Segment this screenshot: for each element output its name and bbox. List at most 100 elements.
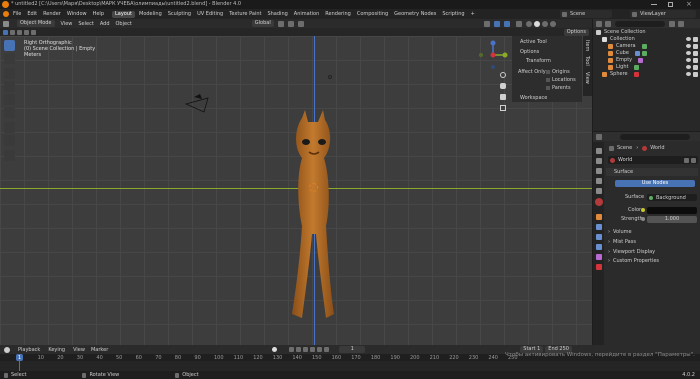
transform-tool-icon[interactable] [4, 107, 15, 118]
tool-tab-icon[interactable] [596, 148, 602, 154]
empty-render-icon[interactable] [693, 57, 698, 63]
record-icon[interactable] [272, 347, 278, 352]
cube-visibility-icon[interactable] [686, 51, 691, 55]
tab-geometry-nodes[interactable]: Geometry Nodes [394, 11, 436, 17]
outliner-row-camera[interactable]: Camera [608, 43, 698, 49]
filter-icon[interactable] [669, 20, 675, 27]
visibility-icon[interactable] [483, 20, 490, 27]
data-tab-icon[interactable] [596, 264, 602, 270]
tab-sculpting[interactable]: Sculpting [168, 11, 191, 17]
tab-modeling[interactable]: Modeling [139, 11, 162, 17]
jump-end-icon[interactable] [324, 347, 330, 352]
empty-visibility-icon[interactable] [686, 58, 691, 62]
panel-custom-properties[interactable]: › Custom Properties [606, 257, 698, 265]
timeline-menu-playback[interactable]: Playback [18, 347, 40, 353]
menu-window[interactable]: Window [67, 11, 87, 17]
current-frame-field[interactable]: 1 [339, 346, 366, 353]
menu-file[interactable]: File [13, 11, 21, 17]
camera-render-icon[interactable] [693, 43, 698, 49]
editor-type-icon[interactable] [3, 20, 9, 27]
viewport-menu-object[interactable]: Object [116, 21, 132, 27]
timeline-menu-view[interactable]: View [73, 347, 85, 353]
sphere-render-icon[interactable] [693, 71, 698, 77]
origins-checkbox[interactable]: Origins [546, 69, 570, 75]
viewport-menu-add[interactable]: Add [100, 21, 110, 27]
select-box-mode-icon[interactable] [3, 29, 8, 35]
particles-tab-icon[interactable] [596, 234, 602, 240]
3d-cursor[interactable] [309, 183, 318, 192]
minimize-button[interactable] [651, 4, 657, 5]
menu-edit[interactable]: Edit [27, 11, 37, 17]
tab-animation[interactable]: Animation [294, 11, 320, 17]
world-datablock[interactable]: World [608, 156, 698, 164]
workspace-panel[interactable]: Workspace [512, 94, 582, 102]
display-mode-icon[interactable] [605, 20, 611, 27]
rotate-tool-icon[interactable] [4, 81, 15, 92]
options-dropdown[interactable]: Options [563, 28, 589, 36]
world-unlink-icon[interactable] [691, 157, 696, 163]
surface-panel-header[interactable]: Surface [606, 168, 698, 176]
camera-view-icon[interactable] [500, 94, 506, 100]
viewport-3d[interactable]: Right Orthographic (0) Scene Collection … [0, 36, 592, 345]
tab-view[interactable]: View [584, 72, 590, 84]
horse-model[interactable] [278, 108, 350, 322]
tab-tool[interactable]: Tool [584, 56, 590, 66]
scene-tab-icon[interactable] [596, 188, 602, 194]
blender-menu-icon[interactable] [3, 11, 9, 17]
maximize-button[interactable] [668, 2, 673, 7]
tab-scripting[interactable]: Scripting [442, 11, 464, 17]
world-tab-icon[interactable] [595, 198, 603, 206]
viewport-menu-select[interactable]: Select [78, 21, 93, 27]
tab-item[interactable]: Item [584, 40, 590, 51]
new-collection-icon[interactable] [678, 20, 684, 27]
physics-tab-icon[interactable] [596, 244, 602, 250]
color-swatch[interactable] [647, 207, 697, 214]
outliner-row-light[interactable]: Light [608, 64, 698, 70]
active-tool-header[interactable]: Active Tool [520, 39, 547, 45]
tab-shading[interactable]: Shading [267, 11, 287, 17]
ortho-toggle-icon[interactable] [500, 105, 506, 111]
orientation-selector[interactable]: Global [251, 20, 274, 27]
gizmo-toggle-icon[interactable] [493, 20, 500, 27]
jump-start-icon[interactable] [289, 347, 295, 352]
panel-mist-pass[interactable]: › Mist Pass [606, 238, 698, 246]
close-button[interactable]: × [686, 0, 692, 8]
light-render-icon[interactable] [693, 64, 698, 70]
camera-visibility-icon[interactable] [686, 44, 691, 48]
overlay-toggle-icon[interactable] [503, 20, 510, 27]
scene-selector[interactable]: Scene [560, 10, 612, 18]
properties-search[interactable] [620, 133, 690, 140]
snap-icon[interactable] [287, 20, 294, 27]
object-tab-icon[interactable] [596, 214, 602, 220]
light-object[interactable] [328, 75, 332, 79]
light-visibility-icon[interactable] [686, 65, 691, 69]
add-cube-tool-icon[interactable] [4, 150, 15, 161]
cube-render-icon[interactable] [693, 50, 698, 56]
outliner-row-collection[interactable]: Collection [602, 36, 698, 42]
panel-viewport-display[interactable]: › Viewport Display [606, 248, 698, 256]
pivot-icon[interactable] [277, 20, 284, 27]
proportional-edit-icon[interactable] [297, 20, 304, 27]
timeline-menu-keying[interactable]: Keying [48, 347, 65, 353]
sphere-visibility-icon[interactable] [686, 72, 691, 76]
output-tab-icon[interactable] [596, 168, 602, 174]
select-extend-mode-icon[interactable] [10, 29, 15, 35]
tab-layout[interactable]: Layout [112, 10, 135, 18]
annotate-tool-icon[interactable] [4, 122, 15, 133]
use-nodes-button[interactable]: Use Nodes [615, 180, 695, 187]
timeline-menu-marker[interactable]: Marker [91, 347, 108, 353]
measure-tool-icon[interactable] [4, 135, 15, 146]
world-copy-icon[interactable] [684, 157, 689, 163]
zoom-icon[interactable] [500, 72, 506, 78]
locations-checkbox[interactable]: Locations [546, 77, 576, 83]
shading-material-icon[interactable] [541, 20, 548, 27]
shading-render-icon[interactable] [549, 20, 556, 27]
collection-render-icon[interactable] [693, 36, 698, 42]
select-tool-icon[interactable] [4, 40, 15, 51]
play-icon[interactable] [310, 347, 316, 352]
select-intersect-mode-icon[interactable] [31, 29, 36, 35]
pan-hand-icon[interactable] [500, 83, 506, 89]
jump-prev-key-icon[interactable] [296, 347, 302, 352]
tab-texture-paint[interactable]: Texture Paint [229, 11, 261, 17]
parents-checkbox[interactable]: Parents [546, 85, 571, 91]
